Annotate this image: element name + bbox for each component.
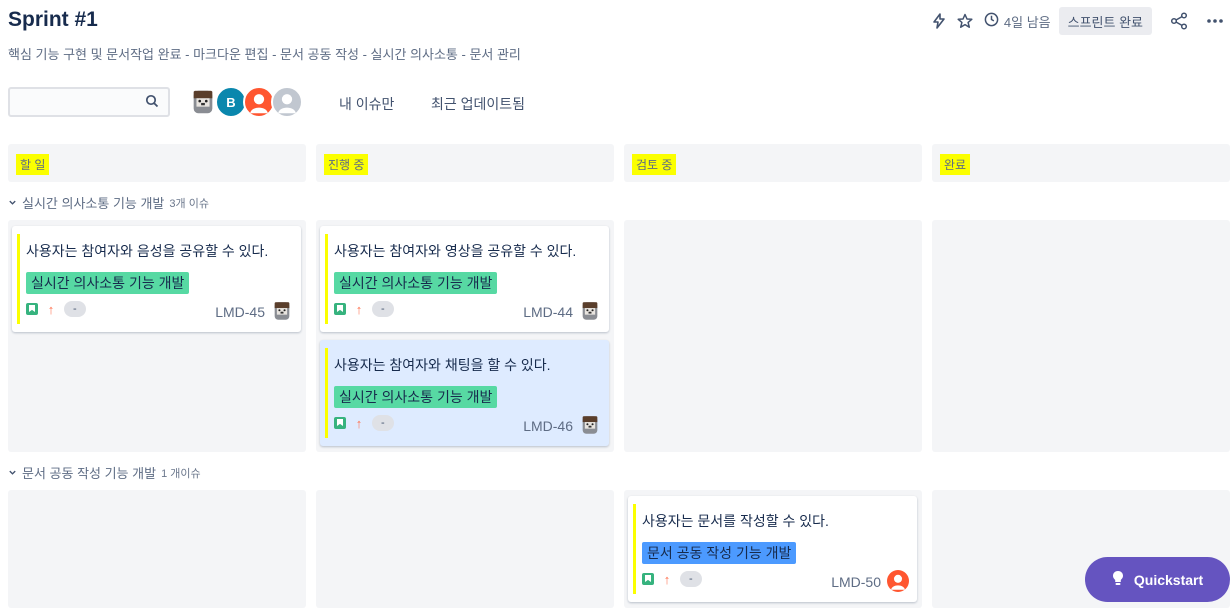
story-points-badge: - — [372, 301, 394, 317]
column-title: 할 일 — [16, 154, 50, 175]
swimlane-issue-count: 3개 이슈 — [169, 197, 209, 210]
board-cell — [932, 220, 1230, 452]
column-header-in-progress: 진행 중 — [316, 144, 614, 182]
story-icon — [334, 303, 346, 315]
assignee-avatar[interactable] — [271, 300, 293, 322]
star-icon[interactable] — [952, 7, 978, 35]
more-icon[interactable] — [1202, 7, 1228, 35]
epic-label: 실시간 의사소통 기능 개발 — [26, 272, 190, 294]
column-header-in-review: 검토 중 — [624, 144, 922, 182]
swimlane-title: 문서 공동 작성 기능 개발 — [22, 466, 157, 481]
lightbulb-icon — [1112, 570, 1124, 589]
issue-card[interactable]: 사용자는 참여자와 음성을 공유할 수 있다. 실시간 의사소통 기능 개발 ↑… — [12, 226, 301, 332]
priority-high-icon: ↑ — [355, 301, 363, 317]
share-icon[interactable] — [1166, 7, 1192, 35]
epic-label: 실시간 의사소통 기능 개발 — [334, 386, 498, 408]
issue-summary: 사용자는 참여자와 영상을 공유할 수 있다. — [334, 243, 577, 259]
issue-key[interactable]: LMD-45 — [215, 304, 265, 320]
column-header-todo: 할 일 — [8, 144, 306, 182]
recently-updated-filter[interactable]: 최근 업데이트됨 — [431, 94, 525, 114]
quickstart-label: Quickstart — [1133, 571, 1204, 588]
quickstart-button[interactable]: Quickstart — [1085, 557, 1230, 602]
story-icon — [26, 303, 38, 315]
issue-summary: 사용자는 문서를 작성할 수 있다. — [642, 513, 829, 529]
story-points-badge: - — [64, 301, 86, 317]
board-cell — [8, 490, 306, 608]
issue-card[interactable]: 사용자는 참여자와 영상을 공유할 수 있다. 실시간 의사소통 기능 개발 ↑… — [320, 226, 609, 332]
time-remaining-label: 4일 남음 — [1003, 14, 1051, 30]
story-icon — [642, 573, 654, 585]
swimlane-title: 실시간 의사소통 기능 개발 — [22, 196, 165, 211]
priority-high-icon: ↑ — [47, 301, 55, 317]
time-remaining: 4일 남음 — [984, 12, 1051, 31]
board-cell: 사용자는 문서를 작성할 수 있다. 문서 공동 작성 기능 개발 ↑ - LM… — [624, 490, 922, 608]
column-title: 완료 — [940, 154, 971, 175]
column-title: 검토 중 — [632, 154, 677, 175]
swimlane-header[interactable]: 문서 공동 작성 기능 개발 1 개이슈 — [8, 463, 201, 482]
board-cell: 사용자는 참여자와 음성을 공유할 수 있다. 실시간 의사소통 기능 개발 ↑… — [8, 220, 306, 452]
swimlane-header[interactable]: 실시간 의사소통 기능 개발 3개 이슈 — [8, 193, 209, 212]
issue-card[interactable]: 사용자는 참여자와 채팅을 할 수 있다. 실시간 의사소통 기능 개발 ↑ -… — [320, 340, 609, 446]
column-title: 진행 중 — [324, 154, 369, 175]
epic-label: 실시간 의사소통 기능 개발 — [334, 272, 498, 294]
complete-sprint-button[interactable]: 스프린트 완료 — [1058, 7, 1152, 35]
column-header-done: 완료 — [932, 144, 1230, 182]
board-cell: 사용자는 참여자와 영상을 공유할 수 있다. 실시간 의사소통 기능 개발 ↑… — [316, 220, 614, 452]
epic-label: 문서 공동 작성 기능 개발 — [642, 542, 797, 564]
assignee-avatar[interactable] — [579, 414, 601, 436]
priority-high-icon: ↑ — [355, 415, 363, 431]
board-toolbar: 4일 남음 스프린트 완료 — [926, 6, 1230, 36]
avatar-filter-group: B — [187, 85, 303, 119]
chevron-down-icon[interactable] — [8, 195, 17, 210]
issue-key[interactable]: LMD-50 — [831, 574, 881, 590]
sprint-goal: 핵심 기능 구현 및 문서작업 완료 - 마크다운 편집 - 문서 공동 작성 … — [8, 47, 521, 62]
issue-key[interactable]: LMD-44 — [523, 304, 573, 320]
story-points-badge: - — [680, 571, 702, 587]
avatar-user-grey[interactable] — [271, 86, 303, 118]
board-cell — [624, 220, 922, 452]
lightning-icon[interactable] — [926, 7, 952, 35]
story-points-badge: - — [372, 415, 394, 431]
issue-summary: 사용자는 참여자와 음성을 공유할 수 있다. — [26, 243, 269, 259]
assignee-avatar[interactable] — [579, 300, 601, 322]
board-cell — [316, 490, 614, 608]
only-my-issues-filter[interactable]: 내 이슈만 — [339, 94, 394, 114]
assignee-avatar[interactable] — [887, 570, 909, 592]
story-icon — [334, 417, 346, 429]
issue-key[interactable]: LMD-46 — [523, 418, 573, 434]
sprint-title: Sprint #1 — [8, 8, 98, 31]
search-input[interactable] — [10, 89, 140, 115]
clock-icon — [984, 12, 999, 30]
chevron-down-icon[interactable] — [8, 465, 17, 480]
search-icon — [145, 94, 159, 113]
issue-summary: 사용자는 참여자와 채팅을 할 수 있다. — [334, 357, 551, 373]
board-search[interactable] — [8, 87, 170, 117]
swimlane-issue-count: 1 개이슈 — [161, 467, 201, 480]
priority-high-icon: ↑ — [663, 571, 671, 587]
issue-card[interactable]: 사용자는 문서를 작성할 수 있다. 문서 공동 작성 기능 개발 ↑ - LM… — [628, 496, 917, 602]
